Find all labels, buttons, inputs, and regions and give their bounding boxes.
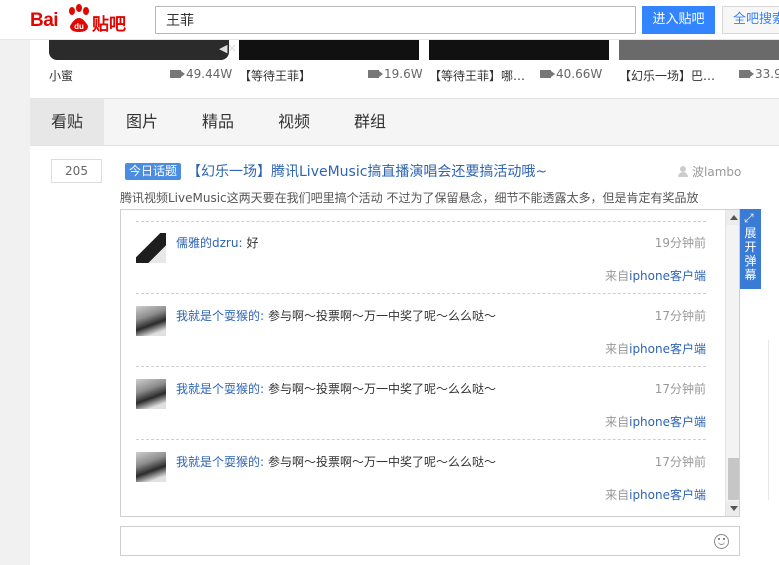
video-camera-icon (368, 70, 383, 78)
comment-text: 参与啊～投票啊～万一中奖了呢～么么哒～ (268, 382, 497, 396)
expand-icon (744, 211, 756, 225)
video-thumbnail[interactable]: ◀✕ (49, 40, 237, 60)
avatar[interactable] (136, 379, 166, 409)
comment-author[interactable]: 我就是个耍猴的: 参与啊～投票啊～万一中奖了呢～么么哒～ (176, 307, 496, 324)
search-all-button[interactable]: 全吧搜索 (722, 6, 779, 34)
comment-panel: 儒雅的dzru: 好 19分钟前 来自iphone客户端 我就是个耍猴的: 参与啊～… (120, 209, 740, 517)
video-camera-icon (540, 70, 555, 78)
post-title[interactable]: 【幻乐一场】腾讯LiveMusic搞直播演唱会还要搞活动哦~ (187, 163, 547, 181)
tab-featured[interactable]: 精品 (188, 99, 248, 145)
comment-item: 我就是个耍猴的: 参与啊～投票啊～万一中奖了呢～么么哒～ 17分钟前 来自ipho… (136, 367, 706, 440)
device-link[interactable]: iphone客户端 (629, 415, 706, 429)
tab-nav: 看贴 图片 精品 视频 群组 (30, 98, 779, 146)
comment-source: 来自iphone客户端 (605, 269, 706, 283)
avatar[interactable] (136, 306, 166, 336)
tab-images[interactable]: 图片 (112, 99, 172, 145)
side-panel-edge (768, 340, 779, 500)
video-caption[interactable]: 【幻乐一场】巴… (619, 67, 715, 84)
device-link[interactable]: iphone客户端 (629, 342, 706, 356)
tab-posts[interactable]: 看贴 (30, 99, 104, 145)
thread-list: 205 今日话题 【幻乐一场】腾讯LiveMusic搞直播演唱会还要搞活动哦~ … (30, 146, 779, 565)
comment-author[interactable]: 儒雅的dzru: 好 (176, 234, 259, 251)
video-thumbnail[interactable] (619, 40, 779, 60)
comment-text: 好 (246, 236, 259, 250)
video-camera-icon (739, 70, 754, 78)
scrollbar-thumb[interactable] (728, 458, 739, 500)
mute-icon[interactable]: ◀✕ (219, 42, 237, 56)
device-link[interactable]: iphone客户端 (629, 269, 706, 283)
user-icon (678, 166, 688, 177)
avatar[interactable] (136, 452, 166, 482)
video-play-count: 40.66W (540, 67, 602, 81)
video-play-count: 49.44W (170, 67, 232, 81)
paw-logo-icon: du (69, 4, 89, 32)
comment-time: 17分钟前 (654, 309, 706, 323)
scrollbar[interactable] (725, 210, 739, 516)
scroll-down-arrow-icon[interactable] (726, 501, 739, 516)
comment-item: 我就是个耍猴的: 参与啊～投票啊～万一中奖了呢～么么哒～ 17分钟前 来自ipho… (136, 440, 706, 513)
comment-source: 来自iphone客户端 (605, 342, 706, 356)
comment-item: 我就是个耍猴的: 参与啊～投票啊～万一中奖了呢～么么哒～ 17分钟前 来自ipho… (136, 294, 706, 367)
video-strip: ◀✕ 小蜜 49.44W 【等待王菲】 19.6W 【等待王菲】哪… 40.66… (30, 40, 779, 98)
danmaku-label: 展开弹幕 (744, 226, 757, 282)
top-bar: Bai du 贴吧 进入贴吧 全吧搜索 (0, 0, 779, 40)
enter-tieba-button[interactable]: 进入贴吧 (642, 6, 715, 34)
tab-videos[interactable]: 视频 (264, 99, 324, 145)
comment-text: 参与啊～投票啊～万一中奖了呢～么么哒～ (268, 455, 497, 469)
video-caption[interactable]: 小蜜 (49, 67, 73, 84)
logo-tieba-text: 贴吧 (92, 15, 126, 35)
comment-author[interactable]: 我就是个耍猴的: 参与啊～投票啊～万一中奖了呢～么么哒～ (176, 453, 496, 470)
video-play-count: 19.6W (368, 67, 423, 81)
comment-author[interactable]: 我就是个耍猴的: 参与啊～投票啊～万一中奖了呢～么么哒～ (176, 380, 496, 397)
logo-bai-text: Bai (30, 10, 59, 31)
reply-count: 205 (51, 159, 102, 183)
reply-input[interactable] (120, 526, 740, 556)
video-thumbnail[interactable] (429, 40, 609, 60)
logo-du-text: du (74, 22, 84, 31)
video-caption[interactable]: 【等待王菲】 (239, 67, 311, 84)
device-link[interactable]: iphone客户端 (629, 488, 706, 502)
comment-source: 来自iphone客户端 (605, 415, 706, 429)
baidu-tieba-logo[interactable]: Bai du 贴吧 (30, 4, 130, 36)
post-abstract: 腾讯视频LiveMusic这两天要在我们吧里搞个活动 不过为了保留悬念，细节不能… (120, 191, 699, 205)
comment-text: 参与啊～投票啊～万一中奖了呢～么么哒～ (268, 309, 497, 323)
avatar[interactable] (136, 233, 166, 263)
video-thumbnail[interactable] (239, 40, 419, 60)
video-play-count: 33.9 (739, 67, 779, 81)
comment-time: 19分钟前 (654, 236, 706, 250)
comment-time: 17分钟前 (654, 455, 706, 469)
today-topic-badge: 今日话题 (125, 163, 182, 180)
comment-source: 来自iphone客户端 (605, 488, 706, 502)
tab-groups[interactable]: 群组 (340, 99, 400, 145)
video-caption[interactable]: 【等待王菲】哪… (429, 67, 525, 84)
video-camera-icon (170, 70, 185, 78)
search-input[interactable] (155, 6, 636, 34)
expand-danmaku-button[interactable]: 展开弹幕 (740, 209, 761, 289)
emoji-icon[interactable] (714, 534, 729, 549)
comment-time: 17分钟前 (654, 382, 706, 396)
post-author[interactable]: 波lambo (678, 163, 741, 180)
comment-item: 儒雅的dzru: 好 19分钟前 来自iphone客户端 (136, 221, 706, 294)
scroll-up-arrow-icon[interactable] (726, 210, 739, 225)
